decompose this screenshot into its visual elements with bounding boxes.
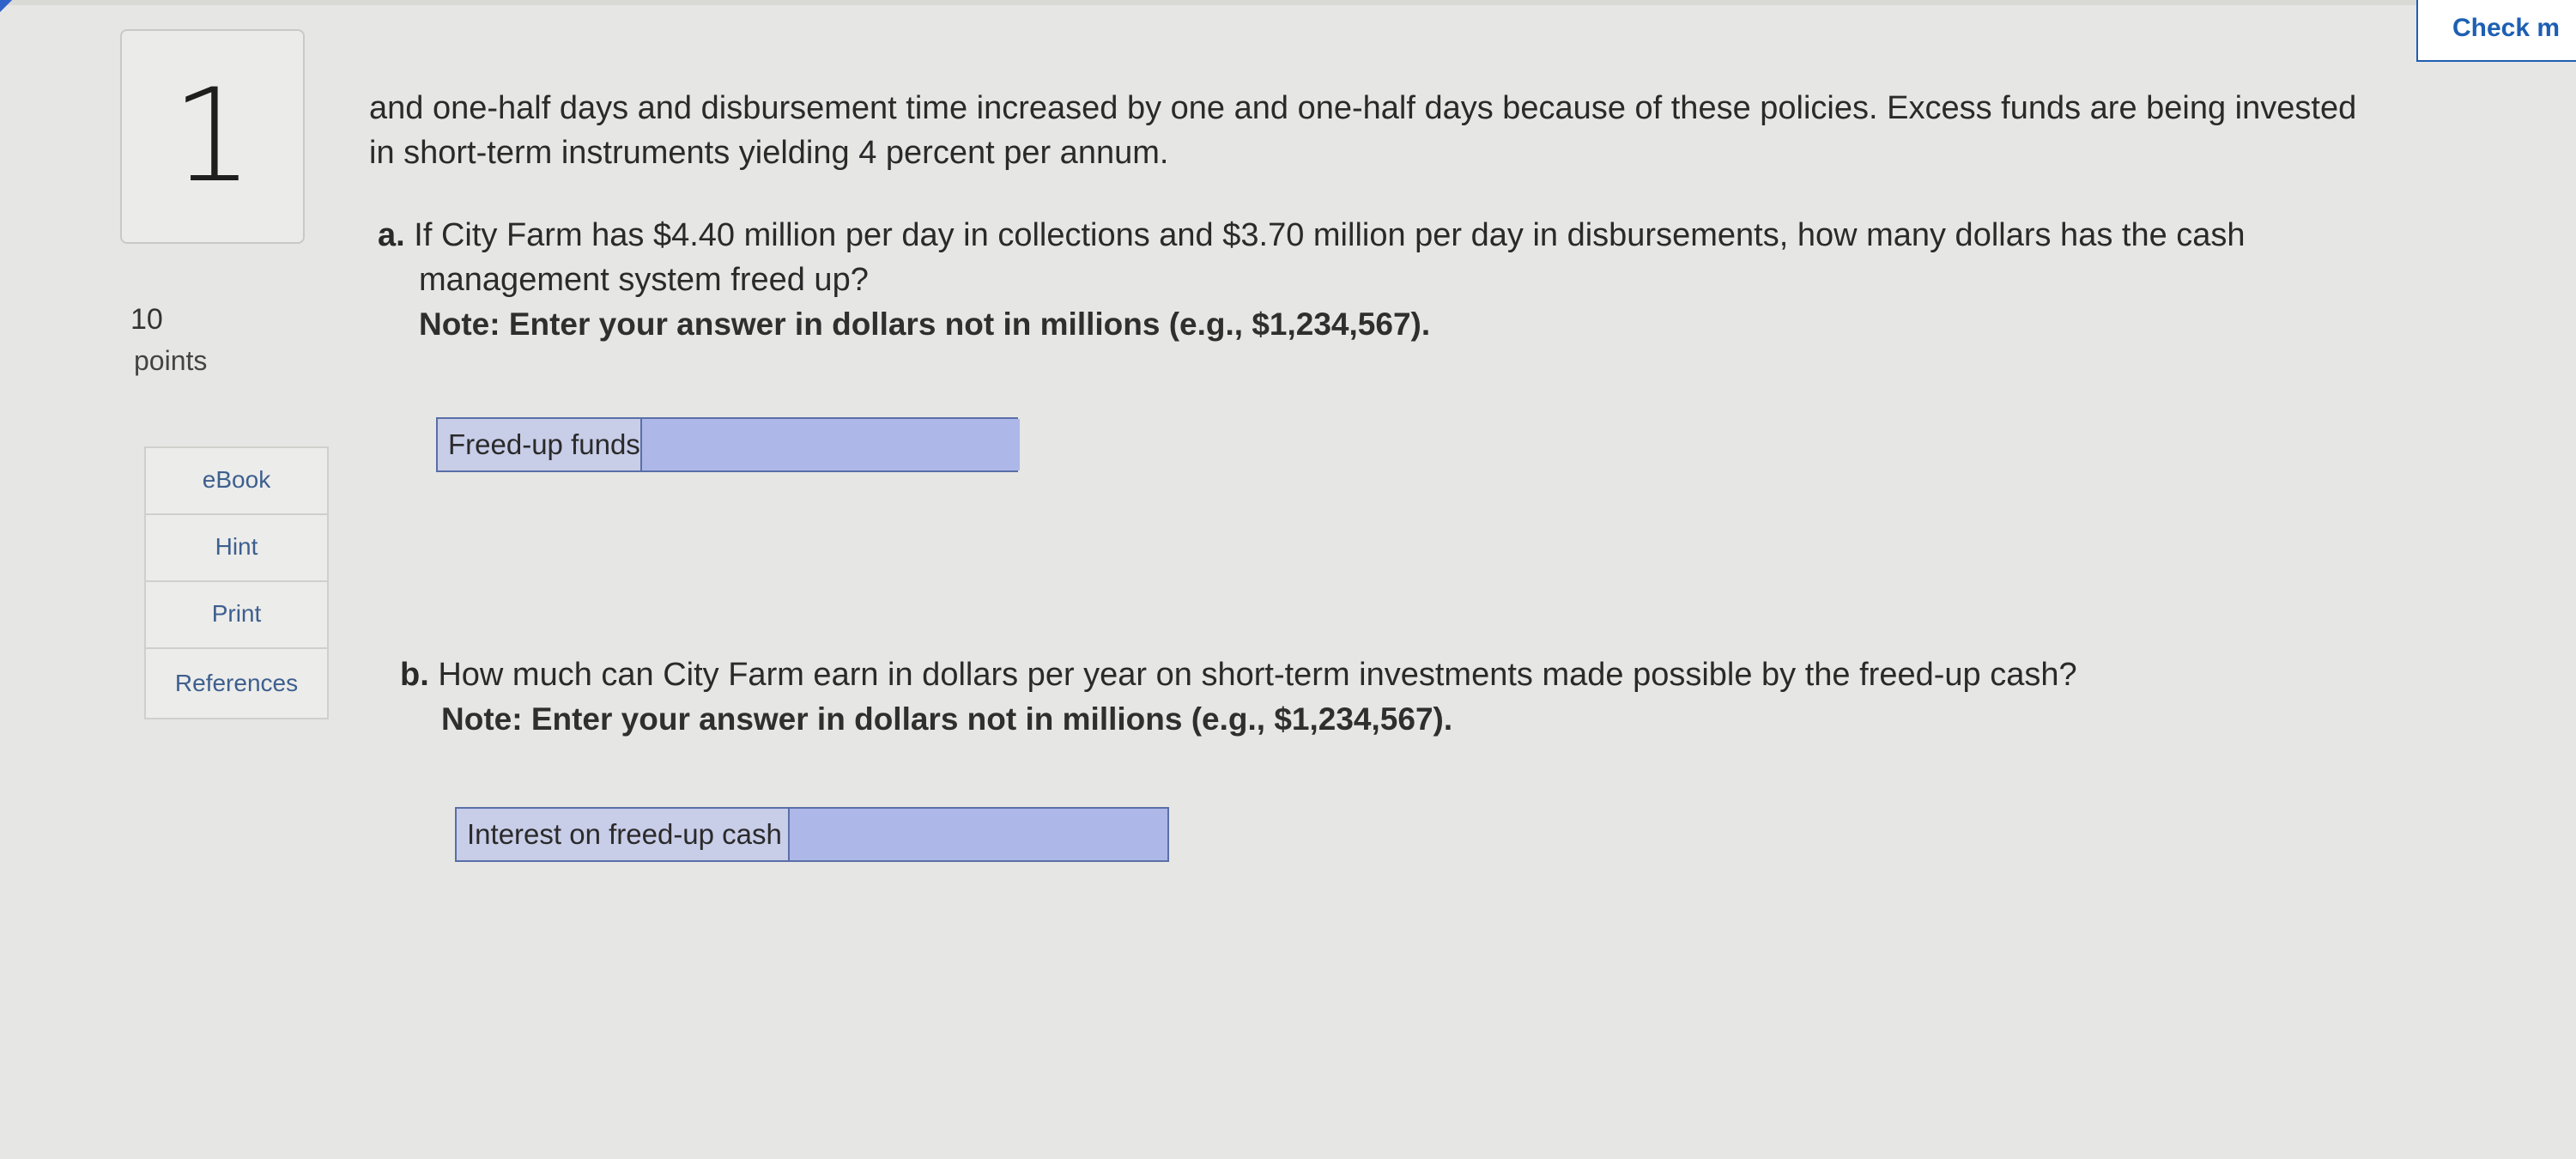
part-b: b. How much can City Farm earn in dollar… xyxy=(400,652,2331,742)
freed-up-funds-row: Freed-up funds xyxy=(436,417,1020,472)
freed-up-funds-label: Freed-up funds xyxy=(438,419,642,470)
top-strip xyxy=(0,0,2576,5)
part-a: a. If City Farm has $4.40 million per da… xyxy=(378,213,2395,347)
points-value: 10 xyxy=(130,303,163,336)
freed-up-funds-input[interactable] xyxy=(641,419,1020,470)
question-intro-text: and one-half days and disbursement time … xyxy=(369,90,2357,171)
question-number-box: 1 xyxy=(120,29,305,244)
part-b-question: b. How much can City Farm earn in dollar… xyxy=(400,652,2331,697)
ebook-link[interactable]: eBook xyxy=(144,446,329,513)
part-b-question-text: How much can City Farm earn in dollars p… xyxy=(438,657,2077,693)
check-my-work-button[interactable]: Check m xyxy=(2416,0,2576,62)
part-b-note: Note: Enter your answer in dollars not i… xyxy=(441,701,1453,737)
flag-icon xyxy=(0,0,12,12)
references-link[interactable]: References xyxy=(144,647,329,719)
hint-link[interactable]: Hint xyxy=(144,513,329,580)
question-number: 1 xyxy=(171,62,254,211)
print-link[interactable]: Print xyxy=(144,580,329,647)
interest-label: Interest on freed-up cash xyxy=(457,809,790,860)
resource-links: eBook Hint Print References xyxy=(144,446,329,719)
part-b-label: b. xyxy=(400,657,429,693)
part-a-label: a. xyxy=(378,217,405,253)
part-a-question-text: If City Farm has $4.40 million per day i… xyxy=(414,217,2246,298)
question-content: and one-half days and disbursement time … xyxy=(369,86,2429,175)
interest-row: Interest on freed-up cash xyxy=(455,807,1169,862)
part-a-note: Note: Enter your answer in dollars not i… xyxy=(419,306,1431,342)
part-a-question: a. If City Farm has $4.40 million per da… xyxy=(378,213,2395,302)
interest-input[interactable] xyxy=(790,809,1167,860)
points-label: points xyxy=(134,345,208,376)
